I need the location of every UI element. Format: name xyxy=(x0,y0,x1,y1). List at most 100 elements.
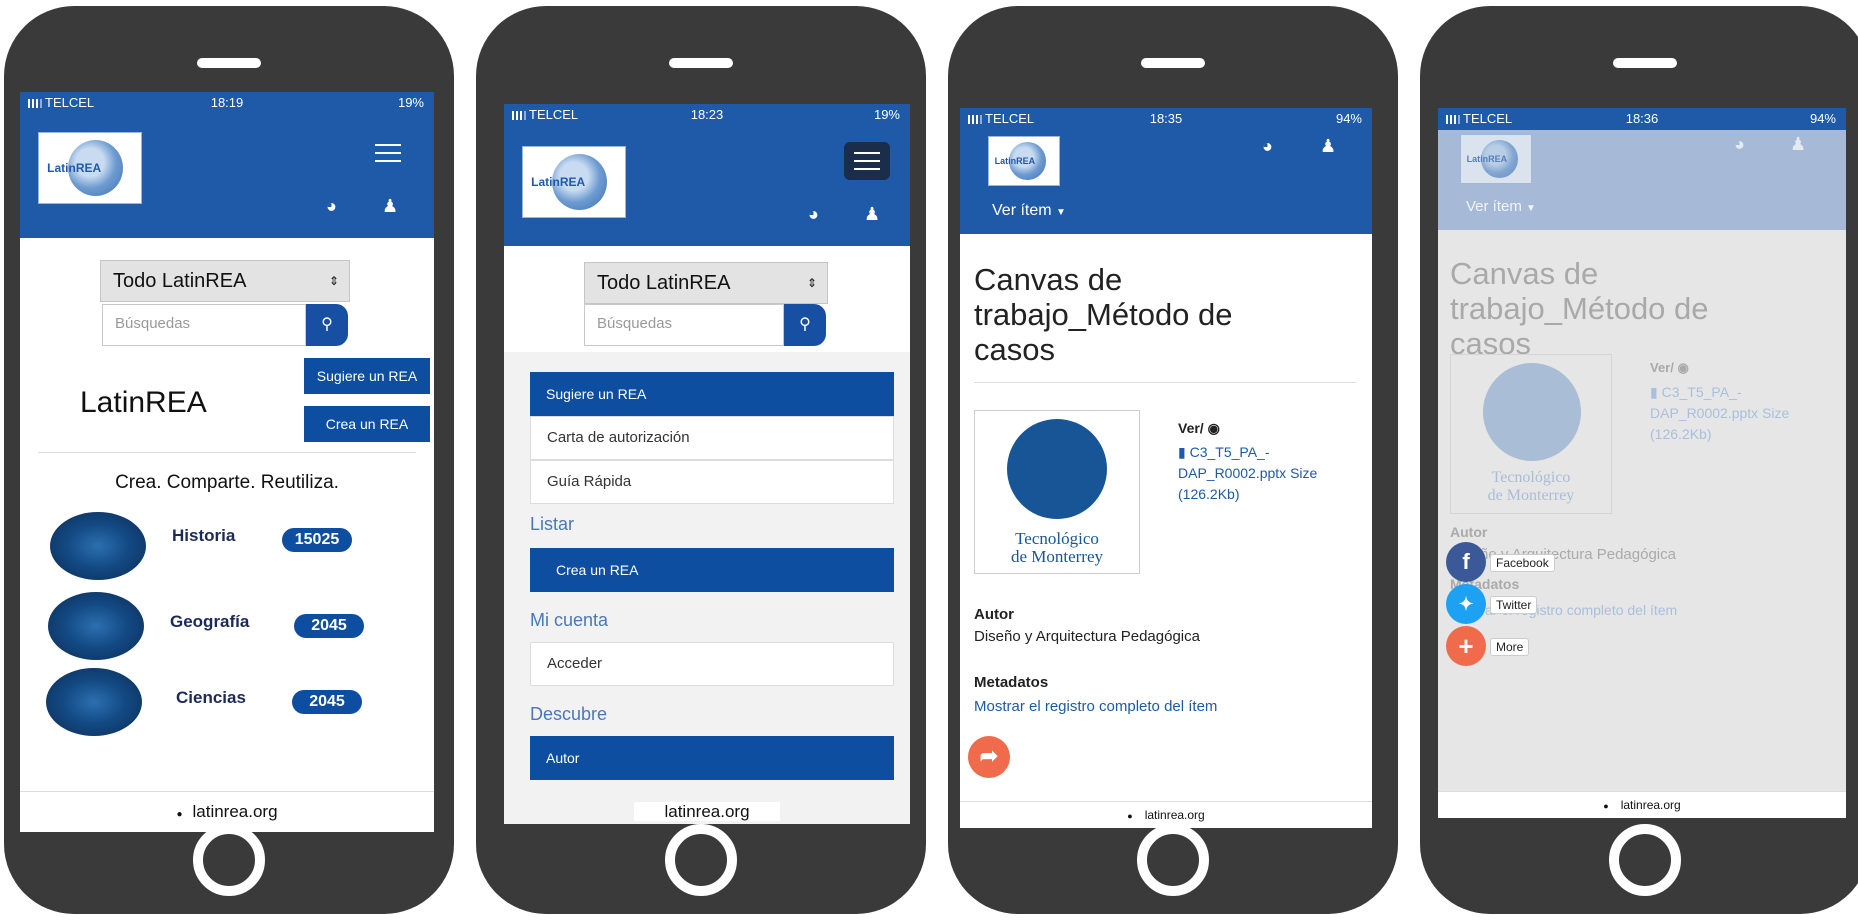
historia-count-badge: 15025 xyxy=(282,528,352,552)
phone-frame-1: TELCEL 18:19 19% LatinREA ◕ ♟ Todo Latin… xyxy=(4,6,454,914)
facebook-label[interactable]: Facebook xyxy=(1490,554,1555,572)
home-button[interactable] xyxy=(665,824,737,896)
chevron-updown-icon: ⇕ xyxy=(328,274,339,288)
search-button[interactable]: ⚲ xyxy=(784,304,826,346)
user-icon[interactable]: ♟ xyxy=(1790,134,1806,155)
site-header: LatinREA ◕ ♟ Ver ítem ▼ xyxy=(1438,130,1846,230)
user-icon[interactable]: ♟ xyxy=(864,204,880,225)
url-bar[interactable]: latinrea.org xyxy=(504,800,910,824)
section-mi-cuenta: Mi cuenta xyxy=(530,610,609,630)
battery: 94% xyxy=(1809,111,1836,126)
eye-icon: ◉ xyxy=(1677,360,1689,375)
more-label[interactable]: More xyxy=(1490,638,1530,656)
ciencias-count-badge: 2045 xyxy=(292,690,362,714)
tec-flame-icon xyxy=(1007,419,1107,519)
status-bar: TELCEL 18:36 94% xyxy=(1438,108,1846,130)
globe-language-icon[interactable]: ◕ xyxy=(326,196,337,217)
clock: 18:19 xyxy=(210,95,244,110)
search-button[interactable]: ⚲ xyxy=(306,304,348,346)
menu-item-guia[interactable]: Guía Rápida xyxy=(530,460,894,504)
item-title: Canvas de trabajo_Método de casos xyxy=(974,262,1233,367)
autor-value: Diseño y Arquitectura Pedagógica xyxy=(974,628,1200,645)
latinrea-logo[interactable]: LatinREA xyxy=(38,132,142,204)
menu-item-autor[interactable]: Autor xyxy=(530,736,894,780)
url-bar[interactable]: ● latinrea.org xyxy=(1438,791,1846,818)
geografia-thumbnail[interactable] xyxy=(48,592,144,660)
metadatos-link[interactable]: Mostrar el registro completo del ítem xyxy=(974,698,1217,715)
scope-select[interactable]: Todo LatinREA ⇕ xyxy=(100,260,350,302)
latinrea-logo[interactable]: LatinREA xyxy=(522,146,626,218)
item-thumbnail[interactable]: Tecnológico de Monterrey xyxy=(1450,354,1612,514)
menu-panel: Sugiere un REA Carta de autorización Guí… xyxy=(504,352,910,824)
section-listar: Listar xyxy=(530,514,575,534)
search-input[interactable]: Búsquedas xyxy=(584,304,784,346)
site-header: LatinREA ◕ ♟ xyxy=(504,126,910,246)
caret-down-icon: ▼ xyxy=(1526,203,1536,214)
screen-menu: TELCEL 18:23 19% LatinREA ◕ ♟ Todo Latin… xyxy=(504,104,910,824)
globe-language-icon[interactable]: ◕ xyxy=(1734,134,1745,155)
screen-home: TELCEL 18:19 19% LatinREA ◕ ♟ Todo Latin… xyxy=(20,92,434,832)
suggest-rea-button[interactable]: Sugiere un REA xyxy=(530,372,894,416)
home-button[interactable] xyxy=(193,824,265,896)
geografia-count-badge: 2045 xyxy=(294,614,364,638)
battery: 94% xyxy=(1335,111,1362,126)
phone-frame-2: TELCEL 18:23 19% LatinREA ◕ ♟ Todo Latin… xyxy=(476,6,926,914)
clock: 18:23 xyxy=(690,107,724,122)
hamburger-menu-button[interactable] xyxy=(844,142,890,180)
site-title: LatinREA xyxy=(80,386,207,419)
subject-ciencias[interactable]: Ciencias xyxy=(176,688,246,708)
autor-label: Autor xyxy=(974,606,1014,623)
battery: 19% xyxy=(397,95,424,110)
facebook-share-button[interactable]: f xyxy=(1446,542,1486,582)
site-header: LatinREA ◕ ♟ xyxy=(20,114,434,238)
twitter-label[interactable]: Twitter xyxy=(1490,596,1538,614)
site-header: LatinREA ◕ ♟ Ver ítem ▼ xyxy=(960,130,1372,234)
home-button[interactable] xyxy=(1609,824,1681,896)
search-input[interactable]: Búsquedas xyxy=(102,304,306,346)
globe-language-icon[interactable]: ◕ xyxy=(1262,136,1273,157)
phone-frame-3: TELCEL 18:35 94% LatinREA ◕ ♟ Ver ítem ▼… xyxy=(948,6,1398,914)
latinrea-logo[interactable]: LatinREA xyxy=(1460,134,1532,184)
share-button[interactable]: ➦ xyxy=(968,736,1010,778)
caret-down-icon: ▼ xyxy=(1056,207,1066,218)
latinrea-logo[interactable]: LatinREA xyxy=(988,136,1060,186)
file-link[interactable]: ▮ C3_T5_PA_-DAP_R0002.pptx Size (126.2Kb… xyxy=(1650,382,1830,445)
screen-item-share: TELCEL 18:36 94% LatinREA ◕ ♟ Ver ítem ▼… xyxy=(1438,108,1846,818)
lock-icon: ● xyxy=(1127,811,1133,821)
search-icon: ⚲ xyxy=(799,316,811,333)
user-icon[interactable]: ♟ xyxy=(382,196,398,217)
speaker xyxy=(669,58,733,68)
globe-language-icon[interactable]: ◕ xyxy=(808,204,819,225)
subject-geografia[interactable]: Geografía xyxy=(170,612,249,632)
ciencias-thumbnail[interactable] xyxy=(46,668,142,736)
hamburger-menu-button[interactable] xyxy=(375,144,401,162)
file-icon: ▮ xyxy=(1178,444,1190,460)
create-rea-button[interactable]: Crea un REA xyxy=(304,406,430,442)
tec-flame-icon xyxy=(1483,363,1581,461)
item-thumbnail[interactable]: Tecnológico de Monterrey xyxy=(974,410,1140,574)
battery: 19% xyxy=(873,107,900,122)
section-descubre: Descubre xyxy=(530,704,608,724)
ver-item-dropdown[interactable]: Ver ítem ▼ xyxy=(992,202,1066,220)
home-button[interactable] xyxy=(1137,824,1209,896)
historia-thumbnail[interactable] xyxy=(50,512,146,580)
more-share-button[interactable]: + xyxy=(1446,626,1486,666)
ver-item-dropdown[interactable]: Ver ítem ▼ xyxy=(1466,198,1536,215)
menu-item-acceder[interactable]: Acceder xyxy=(530,642,894,686)
ver-label: Ver/ ◉ xyxy=(1650,360,1689,375)
divider xyxy=(974,382,1356,383)
clock: 18:36 xyxy=(1625,111,1659,126)
item-title: Canvas de trabajo_Método de casos xyxy=(1450,256,1709,361)
user-icon[interactable]: ♟ xyxy=(1320,136,1336,157)
subject-historia[interactable]: Historia xyxy=(172,526,235,546)
menu-item-carta[interactable]: Carta de autorización xyxy=(530,416,894,460)
clock: 18:35 xyxy=(1149,111,1183,126)
scope-select[interactable]: Todo LatinREA ⇕ xyxy=(584,262,828,304)
file-link[interactable]: ▮ C3_T5_PA_-DAP_R0002.pptx Size (126.2Kb… xyxy=(1178,442,1358,505)
twitter-share-button[interactable]: ✦ xyxy=(1446,584,1486,624)
file-icon: ▮ xyxy=(1650,384,1662,400)
screen-item: TELCEL 18:35 94% LatinREA ◕ ♟ Ver ítem ▼… xyxy=(960,108,1372,828)
create-rea-button[interactable]: Crea un REA xyxy=(530,548,894,592)
search-icon: ⚲ xyxy=(321,316,333,333)
suggest-rea-button[interactable]: Sugiere un REA xyxy=(304,358,430,394)
